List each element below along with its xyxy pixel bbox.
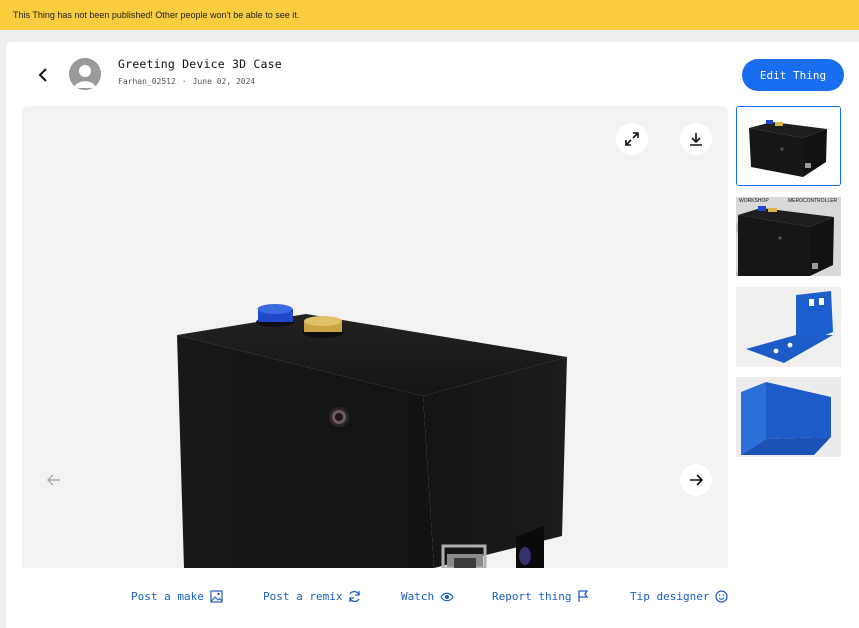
fullscreen-button[interactable]: [616, 123, 648, 155]
post-remix-label: Post a remix: [263, 590, 343, 603]
thing-actions: Post a make Post a remix Watch Report th…: [6, 590, 859, 610]
download-button[interactable]: [680, 123, 712, 155]
page-title: Greeting Device 3D Case: [118, 57, 282, 71]
prev-image-button[interactable]: [42, 468, 66, 492]
download-icon: [690, 133, 702, 146]
thumbnail-image: [736, 287, 841, 367]
watch-label: Watch: [401, 590, 435, 603]
thing-card: Greeting Device 3D Case Farhan_02512 · J…: [6, 42, 859, 628]
image-icon: [210, 590, 223, 603]
user-icon: [69, 58, 101, 90]
post-remix-link[interactable]: Post a remix: [263, 590, 361, 603]
flag-icon: [578, 590, 589, 602]
avatar[interactable]: [69, 58, 101, 90]
post-make-label: Post a make: [131, 590, 204, 603]
tip-designer-label: Tip designer: [630, 590, 710, 603]
publish-date: June 02, 2024: [192, 77, 256, 86]
smile-icon: [715, 590, 729, 603]
back-button[interactable]: [32, 64, 54, 86]
image-viewer: [22, 106, 728, 568]
banner-text: This Thing has not been published! Other…: [13, 10, 300, 20]
report-thing-link[interactable]: Report thing: [492, 590, 589, 603]
unpublished-banner: This Thing has not been published! Other…: [0, 0, 859, 30]
meta-separator: ·: [181, 77, 187, 86]
chevron-left-icon: [38, 68, 47, 82]
thumbnail-image: [736, 197, 841, 276]
expand-icon: [625, 132, 639, 146]
tip-designer-link[interactable]: Tip designer: [630, 590, 729, 603]
main-image: [177, 304, 567, 568]
thumbnail-3[interactable]: [736, 287, 841, 367]
next-image-button[interactable]: [680, 464, 712, 496]
author-link[interactable]: Farhan_02512: [118, 77, 176, 86]
watch-link[interactable]: Watch: [401, 590, 454, 603]
thumbnail-label-workshop: WORKSHOP: [739, 198, 769, 204]
thing-meta: Farhan_02512 · June 02, 2024: [118, 77, 255, 86]
arrow-left-icon: [47, 474, 60, 486]
thumbnail-1[interactable]: [736, 106, 841, 186]
refresh-icon: [349, 590, 361, 603]
eye-icon: [440, 592, 454, 601]
thumbnail-label-microcontroller: MEROCONTROLLER: [788, 198, 838, 204]
thumbnail-4[interactable]: [736, 377, 841, 457]
edit-thing-button[interactable]: Edit Thing: [742, 59, 844, 91]
thumbnail-image: [737, 107, 840, 185]
report-thing-label: Report thing: [492, 590, 572, 603]
thumbnail-image: [736, 377, 841, 457]
arrow-right-icon: [690, 474, 703, 486]
post-make-link[interactable]: Post a make: [131, 590, 223, 603]
thumbnail-2[interactable]: WORKSHOP MEROCONTROLLER: [736, 197, 841, 276]
